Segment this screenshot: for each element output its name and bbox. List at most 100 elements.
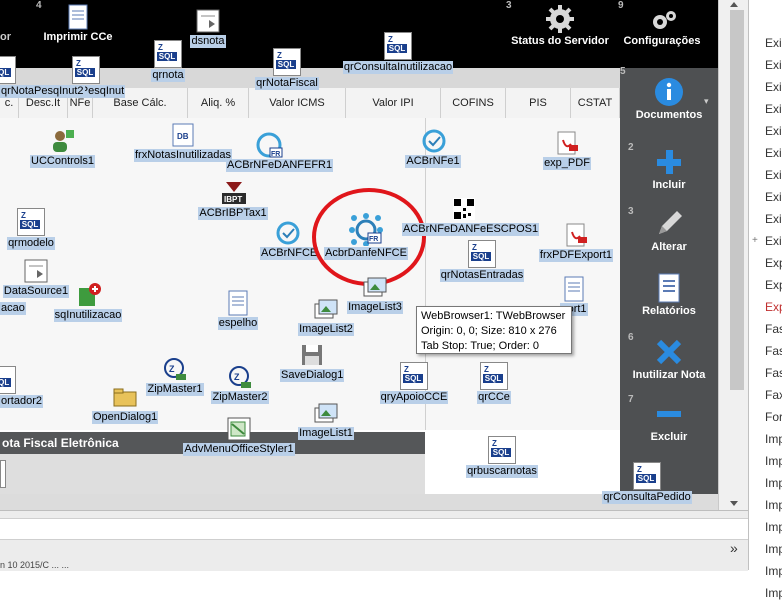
zipmaster2-component[interactable]: Z ZipMaster2	[210, 364, 270, 404]
qrnota-component[interactable]: Z SQL qrnota	[146, 40, 190, 82]
right-list-item[interactable]: Exi	[765, 80, 782, 94]
right-list-item[interactable]: Exi	[765, 102, 782, 116]
espelho-label: espelho	[217, 317, 259, 330]
right-list-item[interactable]: Exp	[765, 256, 782, 270]
qrcce-component[interactable]: Z SQL qrCCe	[474, 362, 514, 404]
right-list-item[interactable]: Imp	[765, 564, 782, 578]
right-list-item[interactable]: Imp	[765, 454, 782, 468]
right-list-item[interactable]: Fas	[765, 366, 782, 380]
expand-arrow-icon[interactable]: »	[730, 540, 738, 556]
sql-icon: ZSQL	[488, 436, 516, 464]
dropdown-arrow-icon[interactable]: ▾	[704, 96, 709, 107]
qrconsultapedido-label: qrConsultaPedido	[602, 491, 692, 504]
acbrnfe1-label: ACBrNFe1	[405, 155, 461, 168]
advmenuofficestyler1-component[interactable]: AdvMenuOfficeStyler1	[182, 416, 296, 456]
expand-plus-icon[interactable]: +	[752, 235, 758, 246]
right-list-item[interactable]: Imp	[765, 476, 782, 490]
alterar-button[interactable]: Alterar	[620, 208, 718, 253]
qrnotasentradas-component[interactable]: Z SQL qrNotasEntradas	[438, 240, 526, 282]
frxnotasinutilizadas-component[interactable]: DB frxNotasInutilizadas	[134, 122, 232, 162]
right-list-item[interactable]: For	[765, 410, 782, 424]
user-icon	[49, 128, 75, 154]
exp-pdf-label: exp_PDF	[543, 157, 591, 170]
excluir-button[interactable]: Excluir	[620, 398, 718, 443]
right-list-item[interactable]: Exp	[765, 300, 782, 314]
grid-col-pis[interactable]: PIS	[506, 88, 571, 118]
tooltip-line-2: Origin: 0, 0; Size: 810 x 276	[421, 325, 557, 337]
qryapoiocce-component[interactable]: Z SQL qryApoioCCE	[378, 362, 450, 404]
right-list-item[interactable]: Imp	[765, 520, 782, 534]
right-list-item[interactable]: Exi	[765, 146, 782, 160]
imagelist1-component[interactable]: ImageList1	[296, 400, 356, 440]
imagelist2-label: ImageList2	[298, 323, 354, 336]
qrnotapesqinut2-component[interactable]: ZSQL qrNotaPesqInut2	[0, 56, 85, 98]
acbribptax1-component[interactable]: IBPT ACBrIBPTax1	[196, 180, 270, 220]
sqinutilizacao-component[interactable]: sqInutilizacao	[52, 282, 124, 322]
right-list-item[interactable]: Imp	[765, 586, 782, 600]
imagelist2-component[interactable]: ImageList2	[296, 296, 356, 336]
acbrnfedanfefr1-component[interactable]: FR ACBrNFeDANFEFR1	[226, 132, 334, 172]
opendialog1-component[interactable]: OpenDialog1	[92, 384, 159, 424]
qrnotafiscal-label: qrNotaFiscal	[255, 77, 319, 90]
sql-icon: ZSQL	[384, 32, 412, 60]
ibpt-icon: IBPT	[220, 180, 246, 206]
incluir-button[interactable]: Incluir	[620, 146, 718, 191]
right-list-item[interactable]: Fas	[765, 322, 782, 336]
document-icon	[65, 4, 91, 30]
qrnota-label: qrnota	[151, 69, 185, 82]
qrbuscarnotas-component[interactable]: Z SQL qrbuscarnotas	[462, 436, 542, 478]
right-list-item[interactable]: Imp	[765, 432, 782, 446]
qrcce-label: qrCCe	[477, 391, 511, 404]
acao-component[interactable]: acao	[0, 288, 26, 315]
right-list-item[interactable]: Exi	[765, 124, 782, 138]
grid-col-icms[interactable]: Valor ICMS	[249, 88, 346, 118]
qrconsultainutilizacao-component[interactable]: Z SQL qrConsultaInutilizacao	[342, 32, 454, 74]
grid-col-aliq[interactable]: Aliq. %	[188, 88, 249, 118]
sqinutilizacao-label: sqInutilizacao	[53, 309, 123, 322]
grid-col-cstat[interactable]: CSTAT	[571, 88, 620, 118]
right-list-item[interactable]: Exi	[765, 212, 782, 226]
qrconsultainutilizacao-label: qrConsultaInutilizacao	[342, 61, 454, 74]
qrmodelo-component[interactable]: Z SQL qrmodelo	[4, 208, 58, 250]
grid-col-cofins[interactable]: COFINS	[441, 88, 506, 118]
partial-label: or	[0, 31, 11, 43]
sql-icon: ZSQL	[273, 48, 301, 76]
acbrnfce-component[interactable]: ACBrNFCE	[260, 220, 319, 260]
espelho-component[interactable]: espelho	[216, 290, 260, 330]
dsnota-component[interactable]: dsnota	[188, 8, 228, 48]
frxpdfexport1-label: frxPDFExport1	[538, 249, 614, 262]
acbrnfe1-component[interactable]: ACBrNFe1	[404, 128, 462, 168]
right-list-item[interactable]: Exi	[765, 234, 782, 248]
right-list-item[interactable]: Exi	[765, 190, 782, 204]
uccontrols1-component[interactable]: UCControls1	[30, 128, 95, 168]
qrnotapesqinut2-label: qrNotaPesqInut2	[0, 85, 85, 98]
imprimir-cce-button[interactable]: Imprimir CCe	[38, 4, 118, 43]
frxpdfexport1-component[interactable]: frxPDFExport1	[536, 222, 616, 262]
qrconsultapedido-component[interactable]: Z SQL qrConsultaPedido	[600, 462, 694, 506]
pencil-icon	[653, 208, 685, 240]
savedialog1-component[interactable]: SaveDialog1	[280, 342, 345, 382]
incluir-label: Incluir	[652, 179, 686, 191]
dsnota-label: dsnota	[190, 35, 226, 48]
configuracoes-button[interactable]: Configurações	[620, 8, 704, 47]
svg-text:Z: Z	[234, 372, 240, 382]
right-list-item[interactable]: Exi	[765, 58, 782, 72]
right-list-item[interactable]: Imp	[765, 542, 782, 556]
grid-col-ipi[interactable]: Valor IPI	[346, 88, 441, 118]
scrollbar-thumb[interactable]	[730, 10, 744, 390]
qrnotafiscal-component[interactable]: Z SQL qrNotaFiscal	[254, 48, 320, 90]
relatorios-button[interactable]: Relatórios	[620, 272, 718, 317]
inutilizar-nota-button[interactable]: Inutilizar Nota	[620, 336, 718, 381]
acbrnfedanfeescpos1-component[interactable]: ACBrNFeDANFeESCPOS1	[402, 196, 540, 236]
right-list-item[interactable]: Fax	[765, 388, 782, 402]
right-list-item[interactable]: Exi	[765, 168, 782, 182]
portador2-component[interactable]: ZSQL ortador2	[0, 366, 43, 408]
order-badge: 5	[620, 66, 626, 77]
right-list-item[interactable]: Exi	[765, 36, 782, 50]
right-list-item[interactable]: Imp	[765, 498, 782, 512]
status-servidor-button[interactable]: Status do Servidor	[506, 4, 614, 47]
exp-pdf-component[interactable]: exp_PDF	[540, 130, 594, 170]
form-field[interactable]	[0, 460, 6, 488]
right-list-item[interactable]: Exp	[765, 278, 782, 292]
right-list-item[interactable]: Fas	[765, 344, 782, 358]
